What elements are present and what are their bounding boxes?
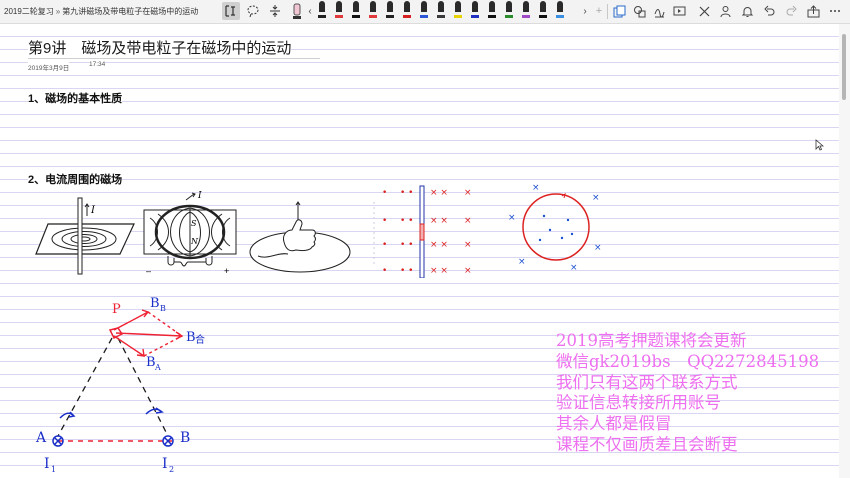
pen-color-swatch (505, 15, 513, 18)
pen-color-swatch (539, 15, 547, 18)
pen-tip (455, 1, 461, 12)
pen-color-swatch (437, 15, 445, 18)
pen-12[interactable] (522, 1, 530, 21)
mouse-cursor-icon (815, 139, 824, 151)
label-b-he-sub: 合 (195, 333, 205, 346)
watermark-line: 其余人都是假冒 (556, 414, 672, 434)
svg-text:×: × (570, 263, 578, 270)
label-i2: I (162, 456, 168, 472)
ink-to-shape-icon[interactable] (630, 2, 648, 20)
breadcrumb: 2019二轮复习» 第九讲磁场及带电粒子在磁场中的运动 (4, 0, 198, 23)
pen-tip (421, 1, 427, 12)
pen-color-swatch (403, 15, 411, 18)
pen-tip (370, 1, 376, 12)
lasso-icon[interactable] (244, 2, 262, 20)
undo-icon[interactable] (760, 2, 778, 20)
pen-color-swatch (352, 15, 360, 18)
pen-8[interactable] (454, 1, 462, 21)
pen-color-swatch (471, 15, 479, 18)
pen-tip (472, 1, 478, 12)
pen-3[interactable] (369, 1, 377, 21)
pen-10[interactable] (488, 1, 496, 21)
pen-9[interactable] (471, 1, 479, 21)
bell-icon[interactable] (738, 2, 756, 20)
label-i1-sub: 1 (51, 465, 56, 474)
watermark-line: 验证信息转接所用账号 (556, 393, 721, 413)
pen-tip (353, 1, 359, 12)
pen-tip (336, 1, 342, 12)
svg-text:×: × (592, 193, 600, 203)
pen-5[interactable] (403, 1, 411, 21)
add-page-icon[interactable] (610, 2, 628, 20)
ink-to-text-icon[interactable] (650, 2, 668, 20)
insert-space-icon[interactable] (266, 2, 284, 20)
pen-2[interactable] (352, 1, 360, 21)
pen-color-swatch (420, 15, 428, 18)
pen-11[interactable] (505, 1, 513, 21)
pen-color-swatch (335, 15, 343, 18)
redo-icon[interactable] (782, 2, 800, 20)
pen-tip (540, 1, 546, 12)
pen-tip (387, 1, 393, 12)
label-i2-sub: 2 (169, 465, 174, 474)
svg-text:×: × (594, 243, 602, 253)
pen-tip (319, 1, 325, 12)
handwritten-vector-diagram[interactable]: P B B B 合 B A A B I 1 I 2 (0, 24, 560, 478)
eraser-icon[interactable] (288, 2, 306, 20)
pen-7[interactable] (437, 1, 445, 21)
pen-color-swatch (369, 15, 377, 18)
pen-tip (506, 1, 512, 12)
pen-tip (404, 1, 410, 12)
label-b-a-sub: A (154, 363, 161, 372)
pen-color-swatch (318, 15, 326, 18)
select-text-icon[interactable] (222, 2, 240, 20)
label-i1: I (44, 456, 50, 472)
watermark-line: 课程不仅画质差且会断更 (556, 434, 738, 454)
person-icon[interactable] (716, 2, 734, 20)
scrollbar-thumb[interactable] (842, 34, 846, 100)
close-icon[interactable] (695, 2, 713, 20)
watermark-line: 我们只有这两个联系方式 (556, 372, 738, 392)
pen-1[interactable] (335, 1, 343, 21)
pen-14[interactable] (556, 1, 564, 21)
replay-icon[interactable] (670, 2, 688, 20)
ribbon-toolbar: 2019二轮复习» 第九讲磁场及带电粒子在磁场中的运动 ‹ › + (0, 0, 850, 24)
scroll-right-icon[interactable]: › (580, 2, 590, 20)
pen-13[interactable] (539, 1, 547, 21)
breadcrumb-notebook[interactable]: 2019二轮复习 (4, 7, 54, 16)
pen-color-swatch (454, 15, 462, 18)
pen-tip (489, 1, 495, 12)
pen-tip (523, 1, 529, 12)
share-icon[interactable] (804, 2, 822, 20)
more-icon[interactable] (826, 2, 844, 20)
pen-4[interactable] (386, 1, 394, 21)
label-b-b-sub: B (160, 304, 166, 313)
pen-color-swatch (386, 15, 394, 18)
pen-color-swatch (522, 15, 530, 18)
label-point-p: P (112, 302, 121, 317)
watermark-line: 微信gk2019bs QQ2272845198 (556, 351, 820, 371)
label-point-a: A (35, 430, 47, 446)
pen-6[interactable] (420, 1, 428, 21)
watermark-text: 2019高考押题课将会更新 微信gk2019bs QQ2272845198 我们… (556, 331, 850, 456)
scroll-left-icon[interactable]: ‹ (305, 2, 315, 20)
pen-0[interactable] (318, 1, 326, 21)
label-point-b: B (180, 430, 190, 446)
pen-color-swatch (556, 15, 564, 18)
breadcrumb-page[interactable]: 第九讲磁场及带电粒子在磁场中的运动 (62, 7, 198, 16)
label-b-b: B (150, 296, 160, 311)
toolbar-divider (607, 4, 608, 19)
breadcrumb-separator: » (55, 7, 61, 16)
pen-color-swatch (488, 15, 496, 18)
watermark-line: 2019高考押题课将会更新 (556, 331, 747, 350)
add-pen-icon[interactable]: + (590, 2, 608, 20)
pen-tip (557, 1, 563, 12)
pen-tip (438, 1, 444, 12)
